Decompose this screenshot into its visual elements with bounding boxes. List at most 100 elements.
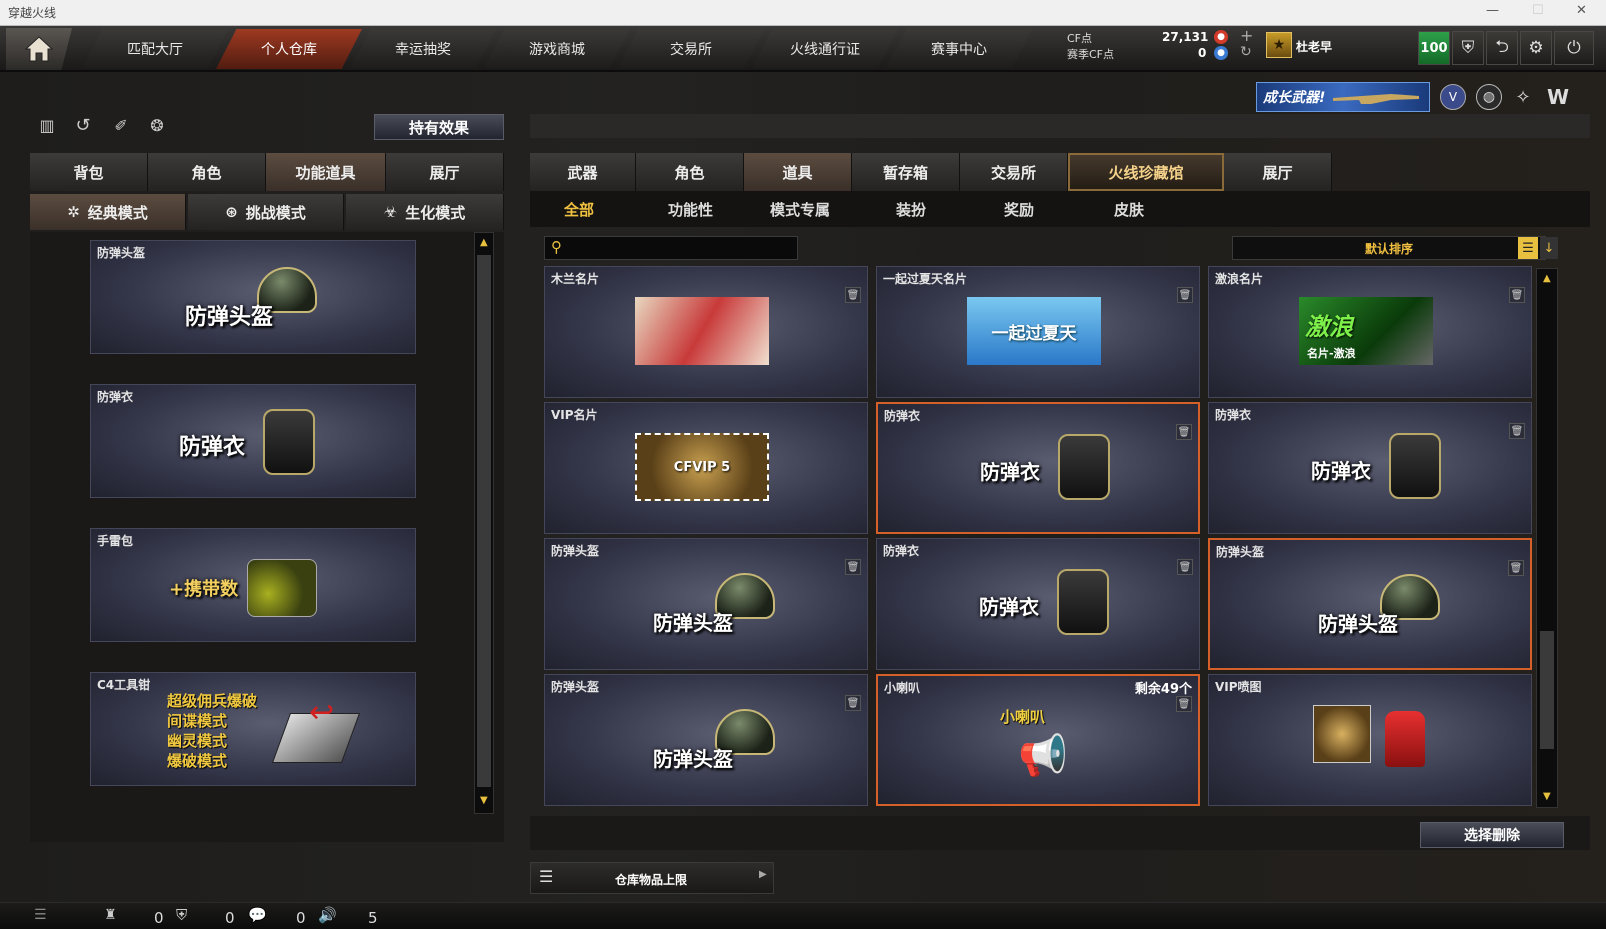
trash-icon[interactable]: 🗑 xyxy=(1176,696,1192,712)
trash-icon[interactable]: 🗑 xyxy=(845,695,861,711)
mode-biochemical[interactable]: ☣ 生化模式 xyxy=(346,194,504,230)
card-vest-1[interactable]: 防弹衣 🗑 防弹衣 xyxy=(876,402,1200,534)
spray-icon[interactable]: ✐ xyxy=(110,114,132,136)
globe-icon[interactable]: ◍ xyxy=(1476,84,1502,110)
c4-mode-list: 超级佣兵爆破 间谍模式 幽灵模式 爆破模式 xyxy=(167,691,257,771)
mode-classic[interactable]: ✲ 经典模式 xyxy=(30,194,186,230)
left-item-grenade-pack[interactable]: 手雷包 +携带数 xyxy=(90,528,416,642)
sort-dropdown[interactable]: 默认排序 xyxy=(1232,236,1546,260)
right-tab-character[interactable]: 角色 xyxy=(636,153,744,191)
friends-icon[interactable]: ♜ xyxy=(104,907,117,923)
search-box[interactable]: ⚲ xyxy=(544,236,798,260)
storage-limit-label: 仓库物品上限 xyxy=(615,873,688,887)
card-summer-namecard[interactable]: 一起过夏天名片 🗑 一起过夏天 xyxy=(876,266,1200,398)
refresh-icon[interactable]: ↻ xyxy=(1240,44,1252,60)
sort-arrow-icon[interactable]: ↓ xyxy=(1540,237,1558,259)
subtab-skins[interactable]: 皮肤 xyxy=(1114,199,1144,220)
right-tab-showroom[interactable]: 展厅 xyxy=(1224,153,1332,191)
clan-shield-icon[interactable]: ⛨ xyxy=(176,906,187,924)
mode-challenge[interactable]: ⊛ 挑战模式 xyxy=(188,194,344,230)
scroll-down-icon[interactable]: ▼ xyxy=(480,795,488,806)
chat-icon[interactable]: 💬 xyxy=(248,906,267,924)
speaker-icon[interactable]: 🔊 xyxy=(318,906,337,924)
card-horn[interactable]: 小喇叭 剩余49个 🗑 小喇叭 📢 xyxy=(876,674,1200,806)
trash-icon[interactable]: 🗑 xyxy=(1177,287,1193,303)
scroll-thumb[interactable] xyxy=(1540,631,1554,749)
left-item-c4-tool[interactable]: C4工具钳 超级佣兵爆破 间谍模式 幽灵模式 爆破模式 ↩ xyxy=(90,672,416,786)
trash-icon[interactable]: 🗑 xyxy=(1508,560,1524,576)
right-tab-collection[interactable]: 火线珍藏馆 xyxy=(1068,153,1224,191)
subtab-functional[interactable]: 功能性 xyxy=(668,199,713,220)
w-logo-icon[interactable]: W xyxy=(1544,84,1572,110)
item-caption: 防弹头盔 xyxy=(97,246,146,260)
subtab-mode-exclusive[interactable]: 模式专属 xyxy=(770,199,830,220)
nav-tab-exchange[interactable]: 交易所 xyxy=(618,29,764,69)
left-tab-showroom[interactable]: 展厅 xyxy=(386,153,504,191)
scroll-down-icon[interactable]: ▼ xyxy=(1543,791,1551,802)
list-view-icon[interactable]: ☰ xyxy=(1518,237,1538,259)
stats-icon[interactable]: ▥ xyxy=(36,114,58,136)
trash-icon[interactable]: 🗑 xyxy=(1509,423,1525,439)
trash-icon[interactable]: 🗑 xyxy=(1176,424,1192,440)
left-tab-character[interactable]: 角色 xyxy=(148,153,266,191)
card-caption: VIP喷图 xyxy=(1215,680,1262,694)
left-tab-functional-items[interactable]: 功能道具 xyxy=(266,153,386,191)
hold-effect-button[interactable]: 持有效果 xyxy=(374,114,504,140)
search-input[interactable] xyxy=(571,239,793,257)
trash-icon[interactable]: 🗑 xyxy=(845,559,861,575)
subtab-rewards[interactable]: 奖励 xyxy=(1004,199,1034,220)
trash-icon[interactable]: 🗑 xyxy=(1177,559,1193,575)
card-helmet-2[interactable]: 防弹头盔 🗑 防弹头盔 xyxy=(1208,538,1532,670)
maximize-button[interactable]: ☐ xyxy=(1532,3,1544,18)
subtab-all[interactable]: 全部 xyxy=(564,199,594,220)
card-vip-namecard[interactable]: VIP名片 CFVIP 5 xyxy=(544,402,868,534)
nav-tab-pass[interactable]: 火线通行证 xyxy=(752,29,898,69)
trash-icon[interactable]: 🗑 xyxy=(845,287,861,303)
nav-tab-lucky-draw[interactable]: 幸运抽奖 xyxy=(350,29,496,69)
card-mulan-namecard[interactable]: 木兰名片 🗑 xyxy=(544,266,868,398)
right-tab-items[interactable]: 道具 xyxy=(744,153,852,191)
card-caption: 木兰名片 xyxy=(551,272,600,286)
card-vip-spray[interactable]: VIP喷图 xyxy=(1208,674,1532,806)
left-item-vest[interactable]: 防弹衣 防弹衣 xyxy=(90,384,416,498)
scroll-thumb[interactable] xyxy=(477,255,491,787)
right-tab-temp-box[interactable]: 暂存箱 xyxy=(852,153,960,191)
menu-list-icon[interactable]: ☰ xyxy=(34,907,47,923)
right-tab-exchange[interactable]: 交易所 xyxy=(960,153,1068,191)
add-cf-icon[interactable]: + xyxy=(1240,26,1253,45)
select-delete-button[interactable]: 选择删除 xyxy=(1420,822,1564,848)
settings-button[interactable]: ⚙ xyxy=(1520,31,1552,65)
nav-tab-event-center[interactable]: 赛事中心 xyxy=(886,29,1032,69)
card-vest-2[interactable]: 防弹衣 🗑 防弹衣 xyxy=(1208,402,1532,534)
card-vest-3[interactable]: 防弹衣 🗑 防弹衣 xyxy=(876,538,1200,670)
left-item-helmet[interactable]: 防弹头盔 防弹头盔 xyxy=(90,240,416,354)
cycle-icon[interactable]: ↺ xyxy=(72,114,94,136)
card-helmet-3[interactable]: 防弹头盔 🗑 防弹头盔 xyxy=(544,674,868,806)
card-mountain-dew-namecard[interactable]: 激浪名片 🗑 激浪 名片-激浪 xyxy=(1208,266,1532,398)
scroll-up-icon[interactable]: ▲ xyxy=(480,237,488,248)
left-tab-backpack[interactable]: 背包 xyxy=(30,153,148,191)
subtab-dressup[interactable]: 装扮 xyxy=(896,199,926,220)
close-button[interactable]: ✕ xyxy=(1576,3,1587,18)
left-scrollbar[interactable]: ▲ ▼ xyxy=(474,232,494,814)
right-tab-weapons[interactable]: 武器 xyxy=(530,153,636,191)
return-button[interactable]: ⮌ xyxy=(1486,31,1518,65)
grenade-icon[interactable]: ❂ xyxy=(146,114,168,136)
shield-button[interactable]: ⛨ xyxy=(1452,31,1484,65)
scroll-up-icon[interactable]: ▲ xyxy=(1543,273,1551,284)
wings-icon[interactable]: ✧ xyxy=(1510,84,1536,110)
home-button[interactable] xyxy=(6,28,72,70)
growth-weapon-banner[interactable]: 成长武器! xyxy=(1256,82,1430,112)
nav-tab-game-mall[interactable]: 游戏商城 xyxy=(484,29,630,69)
nav-tab-match-hall[interactable]: 匹配大厅 xyxy=(82,29,228,69)
nav-tab-personal-storage[interactable]: 个人仓库 xyxy=(216,29,362,69)
card-helmet-1[interactable]: 防弹头盔 🗑 防弹头盔 xyxy=(544,538,868,670)
trash-icon[interactable]: 🗑 xyxy=(1509,287,1525,303)
power-button[interactable]: ⏻ xyxy=(1554,31,1594,65)
card-caption: 防弹衣 xyxy=(883,544,920,558)
grid-scrollbar[interactable]: ▲ ▼ xyxy=(1536,268,1558,808)
growth-weapon-text: 成长武器! xyxy=(1263,90,1326,106)
storage-limit-bar[interactable]: ☰ 仓库物品上限 ▶ xyxy=(530,862,774,894)
v-badge-icon[interactable]: V xyxy=(1440,84,1466,110)
minimize-button[interactable]: — xyxy=(1486,3,1499,18)
